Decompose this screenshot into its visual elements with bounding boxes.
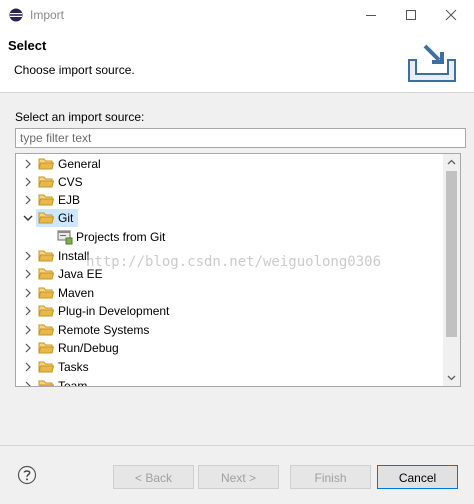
tree-item-label: Run/Debug bbox=[58, 341, 119, 355]
maximize-icon[interactable] bbox=[400, 4, 422, 26]
chevron-down-icon[interactable] bbox=[22, 212, 34, 224]
wizard-header: Select Choose import source. bbox=[0, 30, 474, 93]
chevron-right-icon[interactable] bbox=[22, 158, 34, 170]
folder-open-icon bbox=[38, 212, 54, 224]
tree-item-label: Projects from Git bbox=[76, 230, 166, 244]
tree-item-projects-from-git[interactable]: Projects from Git bbox=[16, 228, 441, 246]
chevron-right-icon[interactable] bbox=[22, 268, 34, 280]
tree-item-git[interactable]: Git bbox=[16, 209, 441, 227]
close-icon[interactable] bbox=[440, 4, 462, 26]
chevron-right-icon[interactable] bbox=[22, 324, 34, 336]
eclipse-app-icon bbox=[9, 8, 23, 22]
chevron-right-icon[interactable] bbox=[22, 287, 34, 299]
folder-icon bbox=[38, 342, 54, 354]
tree-item-cvs[interactable]: CVS bbox=[16, 173, 441, 191]
tree-item-label: EJB bbox=[58, 193, 81, 207]
back-button[interactable]: < Back bbox=[113, 465, 194, 489]
scroll-up-icon[interactable] bbox=[447, 158, 456, 167]
tree-item-ejb[interactable]: EJB bbox=[16, 191, 441, 209]
tree-item-label: Team bbox=[58, 379, 88, 387]
chevron-right-icon[interactable] bbox=[22, 380, 34, 387]
title-bar: Import bbox=[0, 0, 474, 30]
chevron-right-icon[interactable] bbox=[22, 361, 34, 373]
scroll-down-icon[interactable] bbox=[447, 373, 456, 382]
tree-scrollbar[interactable] bbox=[443, 154, 460, 386]
tree-item-java-ee[interactable]: Java EE bbox=[16, 265, 441, 283]
chevron-right-icon[interactable] bbox=[22, 250, 34, 262]
chevron-right-icon[interactable] bbox=[22, 176, 34, 188]
tree-item-label: Tasks bbox=[58, 360, 89, 374]
tree-item-label: Maven bbox=[58, 286, 95, 300]
folder-icon bbox=[38, 158, 54, 170]
help-icon[interactable] bbox=[17, 465, 37, 485]
tree-item-remote-systems[interactable]: Remote Systems bbox=[16, 321, 441, 339]
folder-icon bbox=[38, 176, 54, 188]
import-source-label: Select an import source: bbox=[15, 110, 145, 124]
folder-icon bbox=[38, 324, 54, 336]
tree-item-label: Install bbox=[58, 249, 90, 263]
import-source-tree[interactable]: General CVS EJB Git Projects from Git In… bbox=[15, 153, 461, 387]
tree-item-team[interactable]: Team bbox=[16, 377, 441, 387]
window-title: Import bbox=[30, 8, 65, 22]
tree-item-maven[interactable]: Maven bbox=[16, 284, 441, 302]
tree-item-install[interactable]: Install bbox=[16, 247, 441, 265]
import-wizard-icon bbox=[408, 44, 456, 82]
cancel-button[interactable]: Cancel bbox=[377, 465, 458, 489]
tree-item-label: Plug-in Development bbox=[58, 304, 170, 318]
folder-icon bbox=[38, 361, 54, 373]
git-projects-icon bbox=[57, 230, 73, 245]
tree-item-label: Remote Systems bbox=[58, 323, 150, 337]
finish-button[interactable]: Finish bbox=[290, 465, 371, 489]
folder-icon bbox=[38, 305, 54, 317]
next-button[interactable]: Next > bbox=[198, 465, 279, 489]
page-description: Choose import source. bbox=[14, 63, 135, 77]
footer-divider bbox=[0, 445, 474, 446]
minimize-icon[interactable] bbox=[360, 4, 382, 26]
filter-input[interactable] bbox=[15, 128, 466, 148]
chevron-right-icon[interactable] bbox=[22, 342, 34, 354]
folder-icon bbox=[38, 250, 54, 262]
tree-item-label: Java EE bbox=[58, 267, 103, 281]
tree-item-general[interactable]: General bbox=[16, 155, 441, 173]
folder-icon bbox=[38, 380, 54, 386]
tree-item-plug-in-development[interactable]: Plug-in Development bbox=[16, 302, 441, 320]
tree-item-tasks[interactable]: Tasks bbox=[16, 358, 441, 376]
tree-item-label: CVS bbox=[58, 175, 83, 189]
tree-item-run-debug[interactable]: Run/Debug bbox=[16, 339, 441, 357]
folder-icon bbox=[38, 268, 54, 280]
tree-item-label: General bbox=[58, 157, 101, 171]
tree-item-label: Git bbox=[58, 211, 74, 225]
folder-icon bbox=[38, 194, 54, 206]
page-title: Select bbox=[8, 38, 47, 53]
chevron-right-icon[interactable] bbox=[22, 194, 34, 206]
scrollbar-thumb[interactable] bbox=[446, 171, 457, 337]
folder-icon bbox=[38, 287, 54, 299]
chevron-right-icon[interactable] bbox=[22, 305, 34, 317]
